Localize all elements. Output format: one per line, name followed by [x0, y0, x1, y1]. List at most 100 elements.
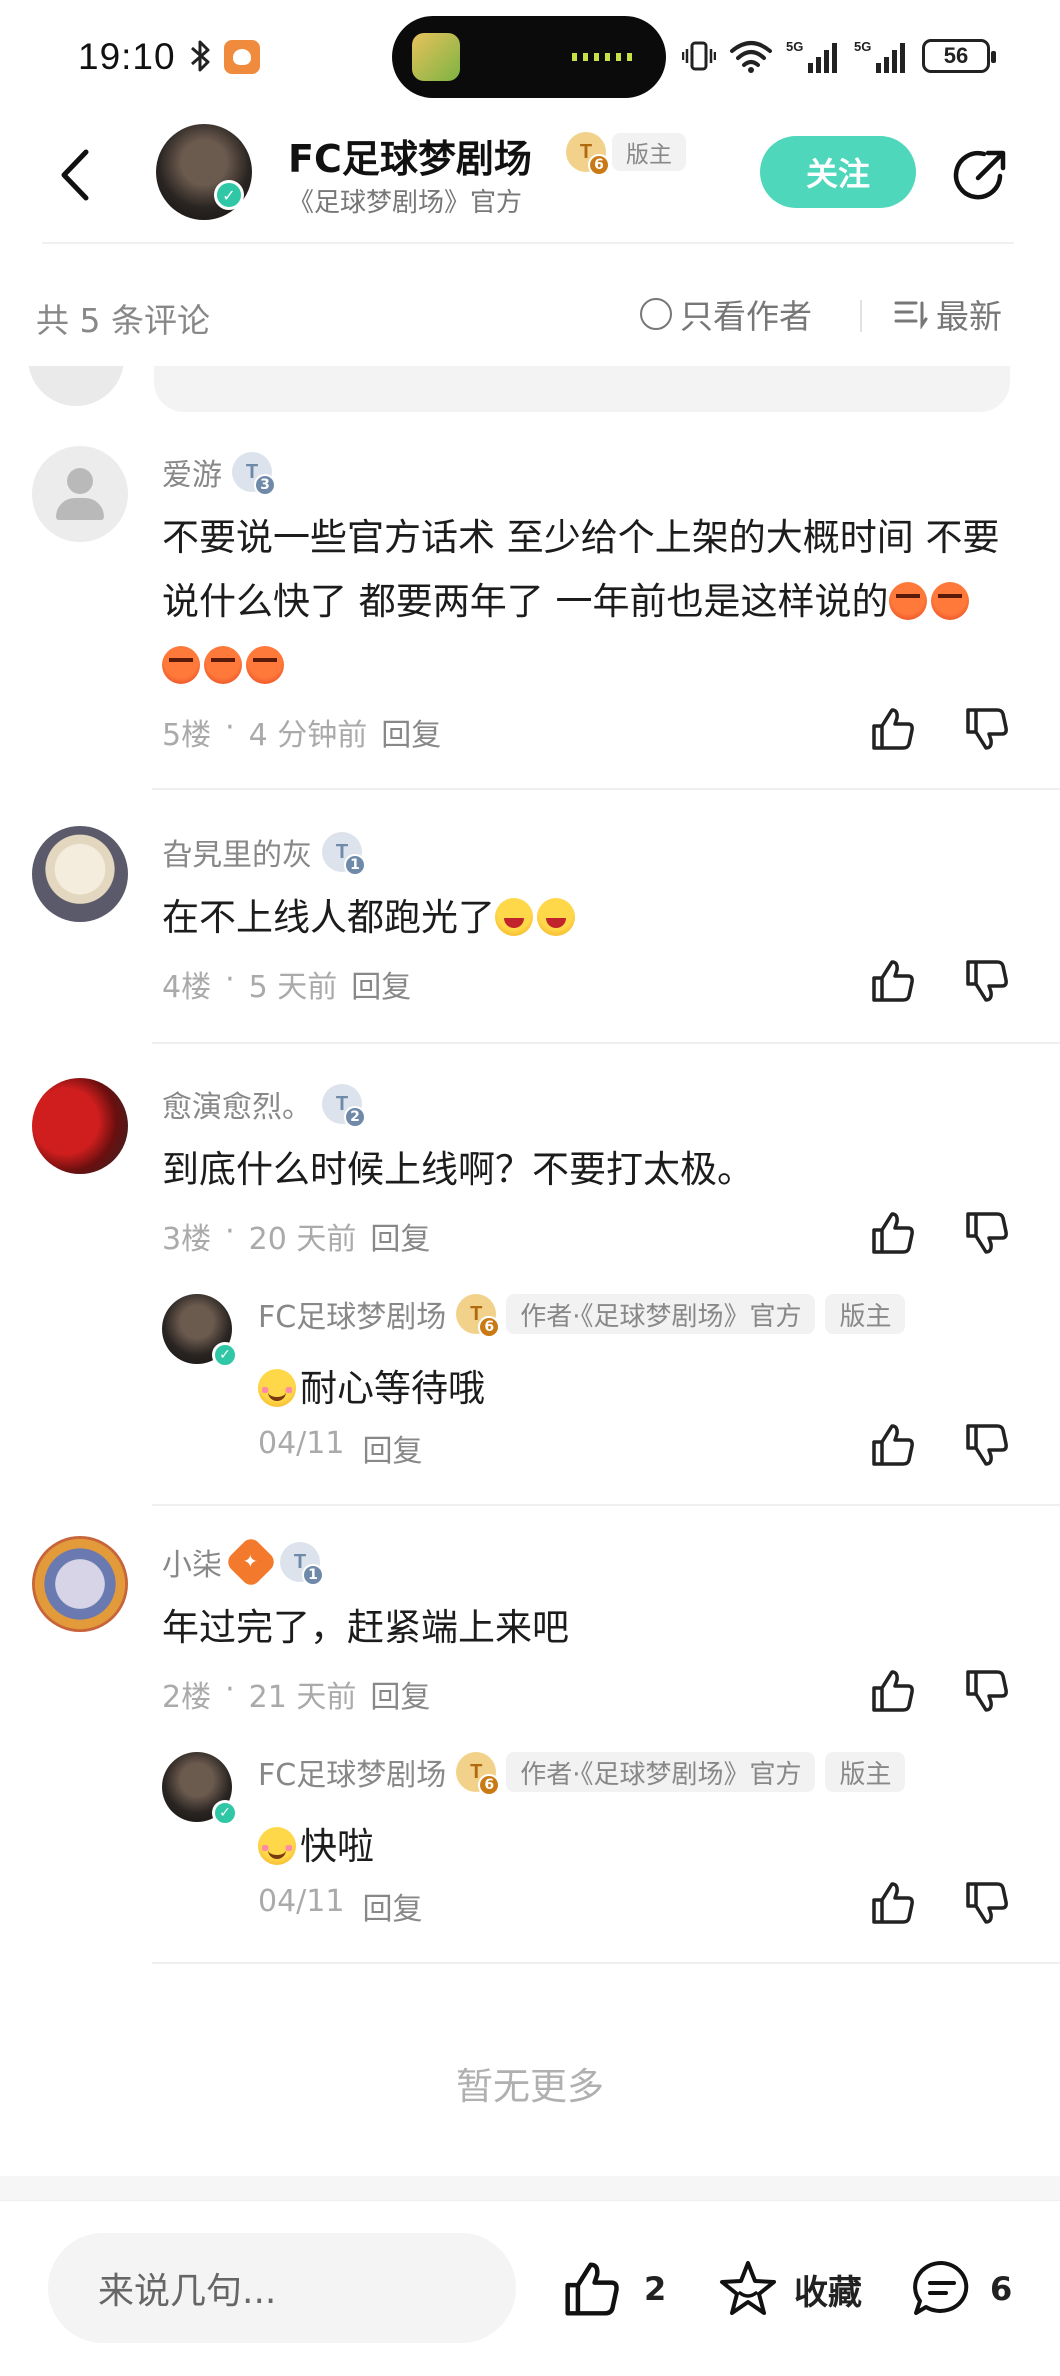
reply-username[interactable]: FC足球梦剧场 — [258, 1292, 446, 1336]
app-notification-icon — [224, 40, 260, 74]
comment-text: 在不上线人都跑光了 — [162, 886, 1002, 950]
bottom-separator — [0, 2176, 1060, 2200]
thumbs-up-icon[interactable] — [868, 704, 918, 754]
thumbs-up-icon[interactable] — [868, 956, 918, 1006]
level-badge-icon: T3 — [232, 452, 276, 496]
username[interactable]: 旮旯里的灰 — [162, 830, 312, 874]
comment-meta: 5楼 · 4 分钟前 回复 — [162, 710, 441, 754]
previous-avatar-peek — [28, 366, 124, 406]
level-number: 1 — [302, 1564, 324, 1586]
status-bar: 19:10 5G 5G 56 — [0, 0, 1060, 118]
time-label: 4 分钟前 — [248, 718, 368, 753]
sort-icon — [894, 301, 928, 329]
thumbs-up-icon[interactable] — [868, 1878, 918, 1928]
sort-toggle[interactable]: 最新 — [894, 290, 1002, 338]
angry-emoji-icon — [888, 582, 927, 620]
comment-text: 到底什么时候上线啊？不要打太极。 — [162, 1148, 754, 1191]
favorite-label: 收藏 — [794, 2272, 862, 2313]
time-label: 20 天前 — [248, 1222, 357, 1257]
smiling-emoji-icon — [258, 1369, 296, 1407]
reply-text: 耐心等待哦 — [258, 1358, 485, 1412]
signal-5g-secondary-icon: 5G — [854, 39, 905, 73]
thumbs-down-icon[interactable] — [962, 1878, 1012, 1928]
reply-button[interactable]: 回复 — [370, 1214, 430, 1258]
comment-divider — [152, 1962, 1060, 1964]
reply-user[interactable]: FC足球梦剧场 T6 作者·《足球梦剧场》官方 版主 — [258, 1750, 906, 1796]
thumbs-up-icon[interactable] — [868, 1420, 918, 1470]
thumbs-down-icon[interactable] — [962, 956, 1012, 1006]
author-only-toggle[interactable]: 只看作者 — [640, 290, 812, 338]
comment-bar: 共 5 条评论 只看作者 最新 — [0, 276, 1060, 356]
follow-button[interactable]: 关注 — [760, 136, 916, 208]
reply-text: 快啦 — [258, 1816, 374, 1870]
radio-circle-icon — [640, 298, 672, 330]
svg-text:5G: 5G — [854, 39, 871, 54]
meta-dot: · — [225, 710, 235, 745]
favorite-button[interactable]: 收藏 — [716, 2257, 862, 2321]
laughing-emoji-icon — [537, 898, 575, 936]
author-only-label: 只看作者 — [680, 297, 812, 336]
level-badge-icon: T2 — [322, 1084, 366, 1128]
author-name[interactable]: FC足球梦剧场 — [288, 128, 532, 183]
time-label: 04/11 — [258, 1426, 345, 1461]
username[interactable]: 愈演愈烈。 — [162, 1082, 312, 1126]
comment-user[interactable]: 小柒 ✦ T1 — [162, 1535, 324, 1589]
comment-input[interactable]: 来说几句... — [48, 2233, 516, 2343]
comment-actions — [868, 1208, 1012, 1258]
verified-icon: ✓ — [214, 180, 244, 210]
post-header: ✓ FC足球梦剧场 T6 版主 《足球梦剧场》官方 关注 — [0, 118, 1060, 244]
reply-button[interactable]: 回复 — [370, 1672, 430, 1716]
share-icon[interactable] — [950, 144, 1012, 206]
wifi-icon — [730, 41, 772, 73]
angry-emoji-icon — [162, 646, 200, 684]
bottom-action-bar: 来说几句... 2 收藏 6 — [0, 2200, 1060, 2376]
user-avatar[interactable] — [32, 446, 128, 542]
reply-user[interactable]: FC足球梦剧场 T6 作者·《足球梦剧场》官方 版主 — [258, 1292, 906, 1338]
thumbs-down-icon[interactable] — [962, 1420, 1012, 1470]
level-badge-icon: T6 — [456, 1294, 501, 1338]
user-avatar[interactable] — [32, 1078, 128, 1174]
reply-username[interactable]: FC足球梦剧场 — [258, 1750, 446, 1794]
comments-button[interactable]: 6 — [910, 2257, 1012, 2321]
comment-body: 不要说一些官方话术 至少给个上架的大概时间 不要说什么快了 都要两年了 一年前也… — [162, 516, 1000, 623]
star-icon — [720, 2261, 776, 2315]
thumbs-up-icon[interactable] — [868, 1208, 918, 1258]
thumbs-down-icon[interactable] — [962, 1208, 1012, 1258]
like-button[interactable]: 2 — [560, 2257, 666, 2321]
reply-button[interactable]: 回复 — [351, 962, 411, 1006]
comment-meta: 3楼 · 20 天前 回复 — [162, 1214, 430, 1258]
comment-item: 小柒 ✦ T1 年过完了，赶紧端上来吧 2楼 · 21 天前 回复 ✓ FC足球梦剧… — [0, 1532, 1060, 1964]
thumbs-up-icon[interactable] — [868, 1666, 918, 1716]
level-number: 6 — [478, 1316, 501, 1338]
svg-text:5G: 5G — [786, 39, 803, 54]
medal-badge-icon: ✦ — [224, 1535, 278, 1589]
level-number: 6 — [478, 1774, 501, 1796]
status-time: 19:10 — [78, 36, 176, 77]
header-divider — [42, 242, 1014, 244]
reply-button[interactable]: 回复 — [362, 1426, 422, 1470]
back-arrow-icon[interactable] — [52, 144, 102, 206]
reply-meta: 04/11 回复 — [258, 1884, 422, 1928]
time-label: 04/11 — [258, 1884, 345, 1919]
thumbs-down-icon[interactable] — [962, 704, 1012, 754]
level-badge-icon: T6 — [566, 132, 610, 176]
comment-actions — [868, 704, 1012, 754]
username[interactable]: 小柒 — [162, 1540, 222, 1584]
like-count: 2 — [644, 2270, 667, 2308]
battery-indicator: 56 — [922, 39, 996, 73]
comment-item: 旮旯里的灰 T1 在不上线人都跑光了 4楼 · 5 天前 回复 — [0, 822, 1060, 1044]
comment-item: 愈演愈烈。 T2 到底什么时候上线啊？不要打太极。 3楼 · 20 天前 回复 ✓ … — [0, 1074, 1060, 1506]
comment-count: 共 5 条评论 — [36, 301, 210, 340]
user-avatar[interactable] — [32, 1536, 128, 1632]
comment-user[interactable]: 旮旯里的灰 T1 — [162, 830, 366, 876]
reply-button[interactable]: 回复 — [381, 710, 441, 754]
thumbs-down-icon[interactable] — [962, 1666, 1012, 1716]
comment-user[interactable]: 爱游 T3 — [162, 450, 276, 496]
username[interactable]: 爱游 — [162, 450, 222, 494]
smiling-emoji-icon — [258, 1827, 296, 1865]
user-avatar[interactable] — [32, 826, 128, 922]
dynamic-island — [392, 16, 666, 98]
comment-user[interactable]: 愈演愈烈。 T2 — [162, 1082, 366, 1128]
floor-label: 2楼 — [162, 1680, 212, 1715]
reply-button[interactable]: 回复 — [362, 1884, 422, 1928]
